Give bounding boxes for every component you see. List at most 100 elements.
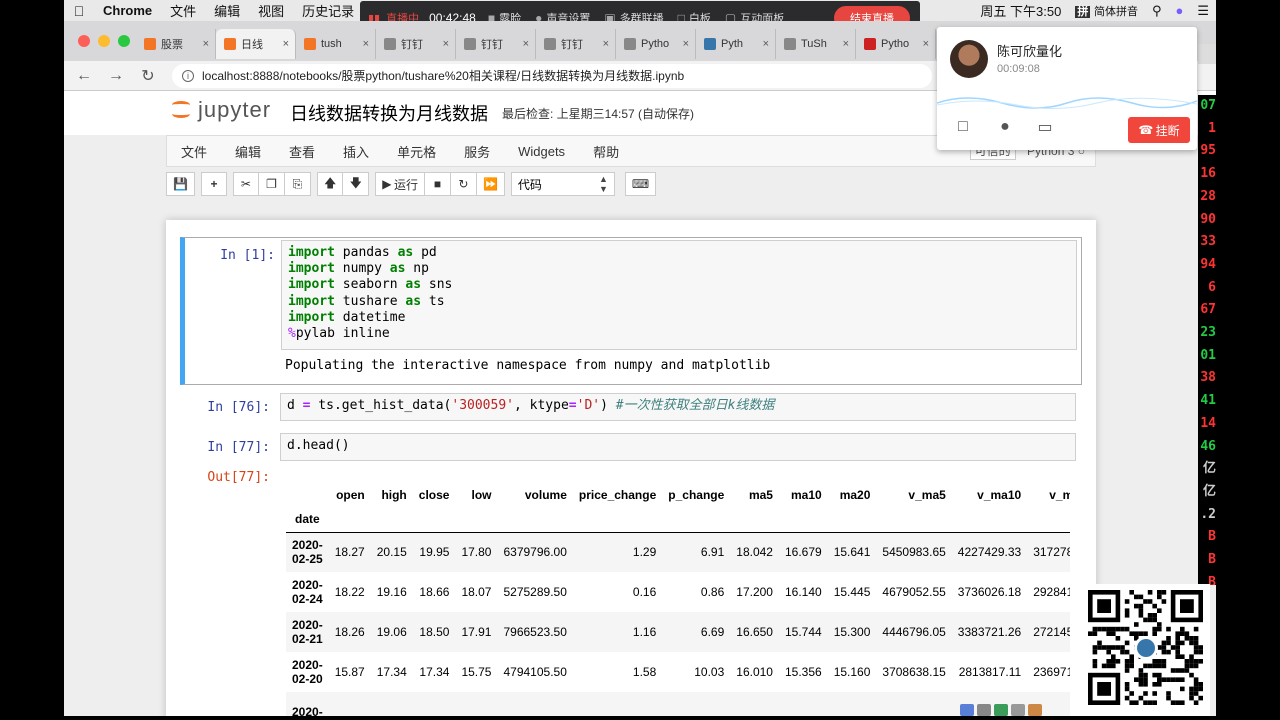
restart-run-all-icon[interactable]: ⏩	[476, 172, 505, 196]
browser-tab[interactable]: 股票 ×	[136, 29, 216, 59]
mute-microphone-icon[interactable]: ●	[993, 117, 1017, 137]
browser-tab[interactable]: Pytho ×	[856, 29, 936, 59]
table-cell: 16.650	[736, 625, 773, 639]
tab-close-icon[interactable]: ×	[363, 38, 369, 50]
hangup-button[interactable]: ☎ 挂断	[1128, 117, 1190, 143]
minimize-window-icon[interactable]	[98, 35, 110, 47]
forward-icon[interactable]: →	[104, 67, 128, 85]
site-info-icon[interactable]: i	[182, 69, 194, 82]
tab-label: Pytho	[641, 38, 670, 50]
index-corner-cell	[286, 482, 329, 507]
menu-view[interactable]: 视图	[249, 1, 293, 20]
apple-icon[interactable]: 	[64, 3, 94, 19]
tab-label: 股票	[161, 39, 183, 51]
clock[interactable]: 周五 下午3:50	[973, 1, 1068, 20]
code-cell-76[interactable]: In [76]: d = ts.get_hist_data('300059', …	[180, 392, 1082, 424]
tab-favicon-icon	[464, 38, 476, 50]
copy-icon[interactable]: ❐	[258, 172, 285, 196]
table-cell: 17.34	[376, 665, 407, 679]
tab-close-icon[interactable]: ×	[283, 38, 289, 50]
tab-close-icon[interactable]: ×	[203, 38, 209, 50]
browser-tab[interactable]: 钉钉 ×	[456, 29, 536, 59]
tab-close-icon[interactable]: ×	[843, 38, 849, 50]
dock-app-icon[interactable]	[1011, 704, 1025, 716]
browser-tab[interactable]: tush ×	[296, 29, 376, 59]
table-row: 2020- 02-25 18.27 20.15 19.95 17.80 6379796.00…	[286, 532, 1070, 572]
column-header: price_change	[578, 487, 657, 502]
restart-icon[interactable]: ↻	[450, 172, 477, 196]
dock-app-icon[interactable]	[994, 704, 1008, 716]
dock-app-icon[interactable]	[977, 704, 991, 716]
tab-close-icon[interactable]: ×	[443, 38, 449, 50]
tab-close-icon[interactable]: ×	[683, 38, 689, 50]
code-input[interactable]: d.head()	[280, 433, 1076, 461]
menu-file[interactable]: 文件	[161, 1, 205, 20]
search-icon[interactable]: ⚲	[1145, 3, 1169, 19]
jmenu-widgets[interactable]: Widgets	[504, 144, 579, 159]
tab-label: 钉钉	[401, 39, 423, 51]
jmenu-file[interactable]: 文件	[167, 142, 221, 161]
table-cell	[329, 692, 371, 716]
jmenu-help[interactable]: 帮助	[579, 142, 633, 161]
paste-icon[interactable]: ⎘	[284, 172, 311, 196]
cell-type-select[interactable]: 代码 ▲ ▼	[510, 172, 615, 196]
save-icon[interactable]: 💾	[166, 172, 195, 196]
close-window-icon[interactable]	[78, 35, 90, 47]
tab-close-icon[interactable]: ×	[603, 38, 609, 50]
command-palette-icon[interactable]: ⌨	[624, 172, 657, 196]
message-icon[interactable]: □	[951, 117, 975, 137]
notification-center-icon[interactable]: ☰	[1190, 3, 1216, 19]
jmenu-view[interactable]: 查看	[275, 142, 329, 161]
row-index-date: 2020- 02-24	[286, 572, 329, 612]
code-input[interactable]: d = ts.get_hist_data('300059', ktype='D'…	[280, 393, 1076, 421]
move-down-icon[interactable]: 🡇	[343, 172, 370, 196]
code-input[interactable]: import pandas as pd import numpy as np i…	[281, 240, 1077, 350]
tab-close-icon[interactable]: ×	[763, 38, 769, 50]
jmenu-cell[interactable]: 单元格	[383, 142, 450, 161]
browser-tab[interactable]: 日线 ×	[216, 29, 296, 59]
reload-icon[interactable]: ↻	[136, 66, 160, 86]
row-index-date: 2020-	[286, 692, 329, 716]
cell-output-text: Populating the interactive namespace fro…	[285, 358, 771, 373]
code-cell-1[interactable]: In [1]: import pandas as pd import numpy…	[180, 237, 1082, 385]
jmenu-kernel[interactable]: 服务	[450, 142, 504, 161]
run-icon: ▶	[382, 177, 394, 191]
page-scrollbar[interactable]	[1198, 44, 1216, 64]
input-method[interactable]: 拼 简体拼音	[1068, 3, 1145, 19]
tab-close-icon[interactable]: ×	[523, 38, 529, 50]
back-icon[interactable]: ←	[72, 67, 96, 85]
run-button[interactable]: ▶ 运行	[375, 172, 425, 196]
cut-icon[interactable]: ✂	[232, 172, 259, 196]
dock-app-icon[interactable]	[1028, 704, 1042, 716]
ticker-value: 28	[1200, 188, 1216, 204]
address-bar[interactable]: i localhost:8888/notebooks/股票python/tush…	[172, 63, 932, 88]
select-arrow-icon: ▲ ▼	[598, 174, 608, 194]
browser-tab[interactable]: 钉钉 ×	[536, 29, 616, 59]
insert-cell-icon[interactable]: +	[200, 172, 227, 196]
notebook-toolbar: 💾 + ✂ ❐ ⎘ 🡅 🡇 ▶ 运行 ■ ↻ ⏩ 代码 ▲ ▼ ⌨	[166, 171, 662, 197]
menu-history[interactable]: 历史记录	[293, 1, 363, 20]
notebook-title[interactable]: 日线数据转换为月线数据	[290, 100, 488, 126]
dock-app-icon[interactable]	[960, 704, 974, 716]
code-string-ktype: 'D'	[576, 398, 601, 413]
jupyter-logo[interactable]: jupyter	[170, 97, 271, 123]
menu-app-name[interactable]: Chrome	[94, 3, 161, 18]
browser-tab[interactable]: Pytho ×	[616, 29, 696, 59]
table-cell: 6379796.00	[503, 545, 567, 560]
jmenu-edit[interactable]: 编辑	[221, 142, 275, 161]
column-header: v_ma10	[977, 487, 1022, 502]
maximize-window-icon[interactable]	[118, 35, 130, 47]
jmenu-insert[interactable]: 插入	[329, 142, 383, 161]
table-cell: 6.69	[700, 625, 725, 639]
interrupt-icon[interactable]: ■	[424, 172, 451, 196]
video-camera-icon[interactable]: ▭	[1033, 117, 1057, 137]
browser-tab[interactable]: 钉钉 ×	[376, 29, 456, 59]
browser-tab[interactable]: TuSh ×	[776, 29, 856, 59]
menu-edit[interactable]: 编辑	[205, 1, 249, 20]
input-method-icon: 拼	[1075, 5, 1091, 18]
tab-close-icon[interactable]: ×	[923, 38, 929, 50]
siri-icon[interactable]: ●	[1168, 3, 1190, 18]
browser-tab[interactable]: Pyth ×	[696, 29, 776, 59]
cell-type-value: 代码	[517, 177, 542, 192]
move-up-icon[interactable]: 🡅	[316, 172, 344, 196]
